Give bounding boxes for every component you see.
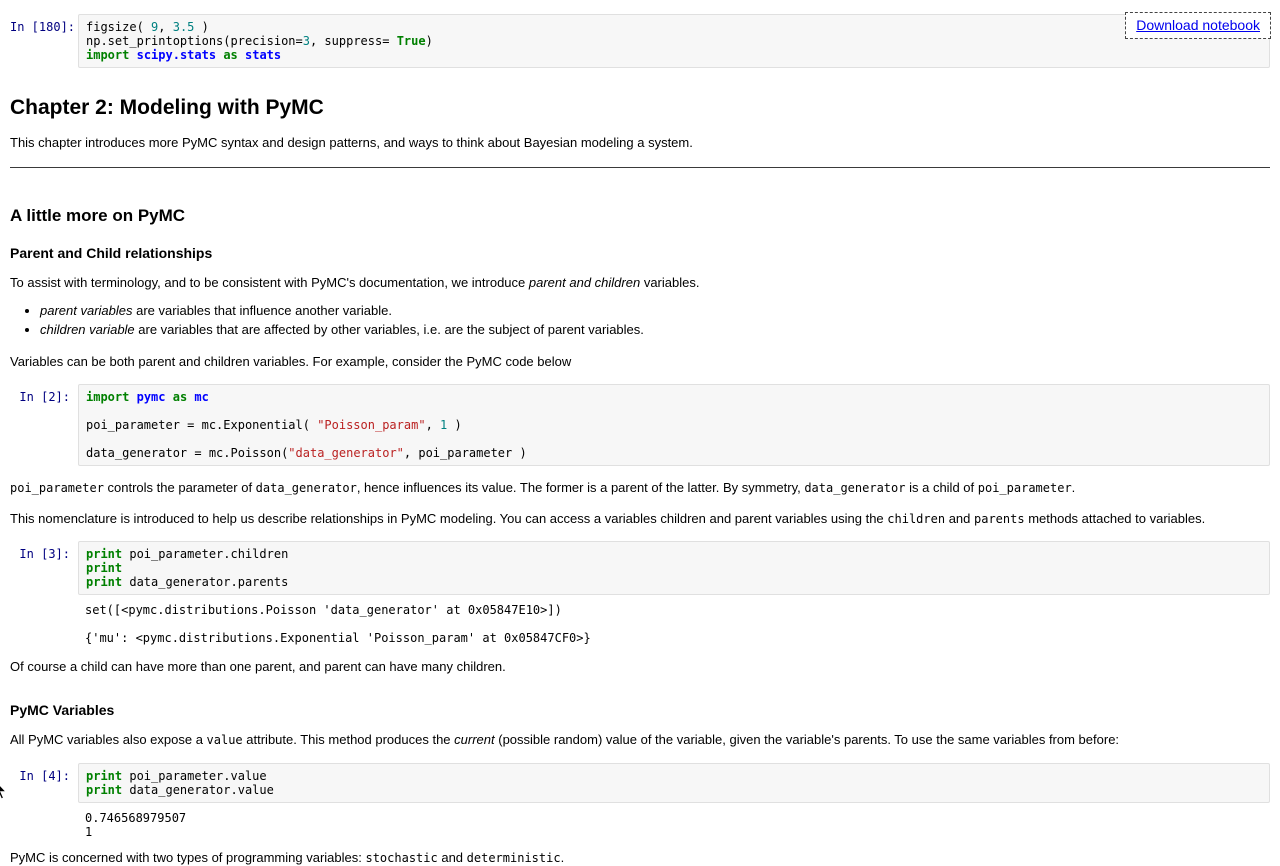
code-cell: In [2]: import pymc as mc poi_parameter … [10,384,1270,466]
code-text: import pymc as mc poi_parameter = mc.Exp… [86,390,1262,460]
section-heading-more-pymc: A little more on PyMC [10,206,1270,226]
mouse-cursor-icon [0,780,8,800]
download-notebook-link[interactable]: Download notebook [1136,17,1260,33]
paragraph-poi-controls: poi_parameter controls the parameter of … [10,479,1270,497]
list-item-parent: parent variables are variables that infl… [40,302,1270,321]
code-input-area: figsize( 9, 3.5 ) np.set_printoptions(pr… [78,14,1270,68]
input-prompt: In [3]: [10,541,78,561]
input-prompt: In [2]: [10,384,78,404]
paragraph-to-assist: To assist with terminology, and to be co… [10,274,1270,292]
code-text: print poi_parameter.value print data_gen… [86,769,1262,797]
paragraph-of-course: Of course a child can have more than one… [10,658,1270,676]
subsection-pymc-variables: PyMC Variables [10,702,1270,718]
download-notebook-button[interactable]: Download notebook [1125,12,1271,39]
notebook-page: In [180]: figsize( 9, 3.5 ) np.set_print… [0,0,1280,866]
paragraph-concerned: PyMC is concerned with two types of prog… [10,849,1270,866]
definitions-list: parent variables are variables that infl… [10,302,1270,340]
divider [10,167,1270,168]
paragraph-nomenclature: This nomenclature is introduced to help … [10,510,1270,528]
code-input-area: print poi_parameter.children print print… [78,541,1270,595]
input-prompt: In [4]: [10,763,78,783]
list-item-children: children variable are variables that are… [40,321,1270,340]
code-input-area: import pymc as mc poi_parameter = mc.Exp… [78,384,1270,466]
input-prompt: In [180]: [10,14,78,34]
cell-output: set([<pymc.distributions.Poisson 'data_g… [78,595,1270,645]
paragraph-all-pymc: All PyMC variables also expose a value a… [10,731,1270,749]
page-title: Chapter 2: Modeling with PyMC [10,96,1270,120]
code-cell: In [180]: figsize( 9, 3.5 ) np.set_print… [10,14,1270,68]
cell-output: 0.746568979507 1 [78,803,1270,839]
intro-paragraph: This chapter introduces more PyMC syntax… [10,134,1270,152]
code-cell: In [4]: print poi_parameter.value print … [10,763,1270,839]
paragraph-variables-both: Variables can be both parent and childre… [10,353,1270,371]
code-input-area: print poi_parameter.value print data_gen… [78,763,1270,803]
code-text: figsize( 9, 3.5 ) np.set_printoptions(pr… [86,20,1262,62]
subsection-parent-child: Parent and Child relationships [10,245,1270,261]
code-text: print poi_parameter.children print print… [86,547,1262,589]
code-cell: In [3]: print poi_parameter.children pri… [10,541,1270,645]
